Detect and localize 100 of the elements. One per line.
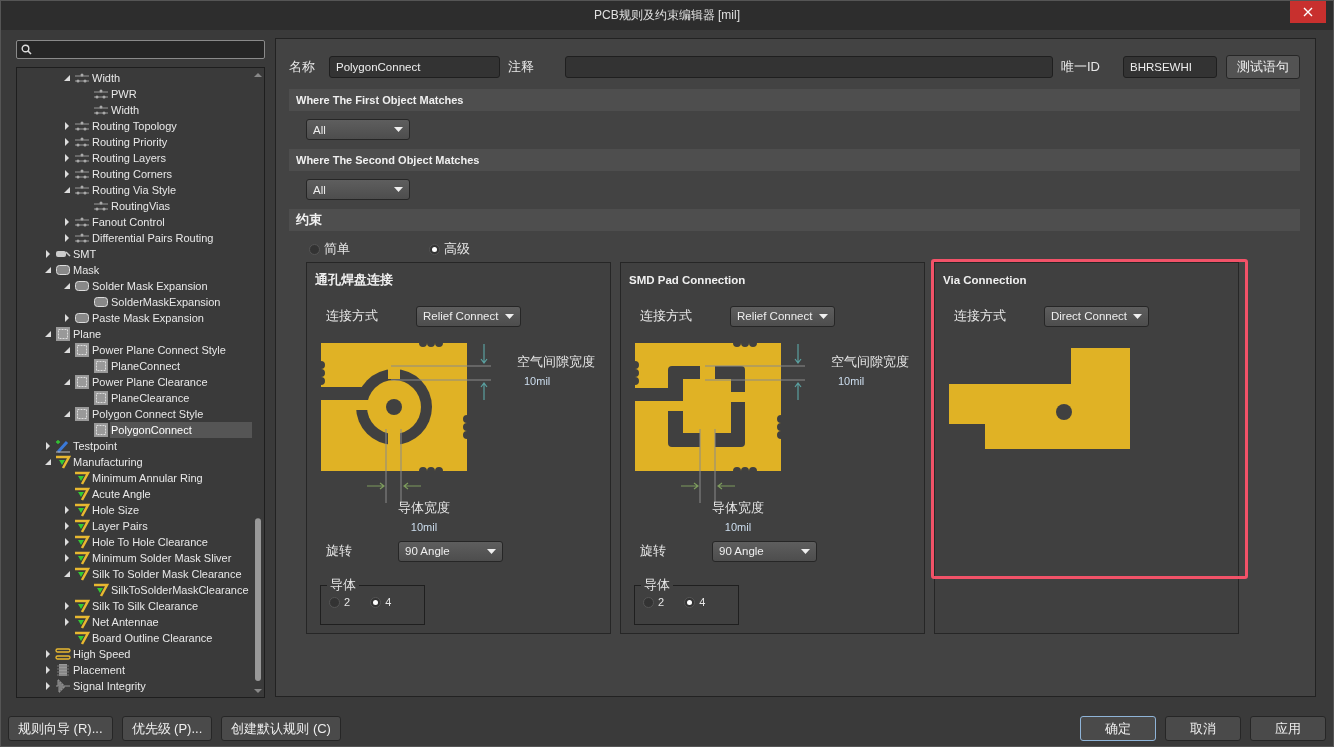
manufacturing-icon	[74, 503, 90, 517]
test-statement-button[interactable]: 测试语句	[1226, 55, 1300, 79]
tree-item[interactable]: Hole Size	[91, 502, 141, 518]
tree-item[interactable]: PlaneClearance	[110, 390, 191, 406]
tree-item[interactable]: Net Antennae	[91, 614, 160, 630]
tree-item[interactable]: Layer Pairs	[91, 518, 149, 534]
collapsed-arrow-icon[interactable]	[63, 618, 71, 626]
collapsed-arrow-icon[interactable]	[63, 138, 71, 146]
connect-style-dropdown[interactable]: Relief Connect	[416, 305, 521, 327]
connect-style-dropdown[interactable]: Relief Connect	[730, 305, 835, 327]
tree-item[interactable]: Power Plane Clearance	[91, 374, 209, 390]
collapsed-arrow-icon[interactable]	[63, 538, 71, 546]
tree-item[interactable]: PlaneConnect	[110, 358, 182, 374]
footer-button[interactable]: 应用	[1250, 716, 1326, 741]
unique-id-field[interactable]: BHRSEWHI	[1123, 56, 1217, 78]
tree-item[interactable]: PWR	[110, 86, 138, 102]
search-field[interactable]	[16, 40, 265, 59]
footer-button[interactable]: 创建默认规则 (C)	[221, 716, 341, 741]
collapsed-arrow-icon[interactable]	[44, 250, 52, 258]
plane-icon	[74, 343, 90, 357]
routing-icon	[93, 103, 109, 117]
mask-icon	[93, 295, 109, 309]
rotation-label: 旋转	[640, 542, 667, 560]
section-header: Where The First Object Matches	[289, 89, 1300, 111]
tree-item[interactable]: Routing Topology	[91, 118, 178, 134]
expanded-arrow-icon[interactable]	[63, 186, 71, 194]
rotation-dropdown[interactable]: 90 Angle	[712, 540, 817, 562]
collapsed-arrow-icon[interactable]	[44, 682, 52, 690]
tree-item[interactable]: High Speed	[72, 646, 132, 662]
mode-radio[interactable]: 简单	[309, 240, 429, 258]
expanded-arrow-icon[interactable]	[44, 266, 52, 274]
tree-item[interactable]: Differential Pairs Routing	[91, 230, 215, 246]
expanded-arrow-icon[interactable]	[63, 570, 71, 578]
tree-item[interactable]: Routing Layers	[91, 150, 167, 166]
tree-item[interactable]: Silk To Solder Mask Clearance	[91, 566, 243, 582]
connect-style-dropdown[interactable]: Direct Connect	[1044, 305, 1149, 327]
collapsed-arrow-icon[interactable]	[63, 314, 71, 322]
tree-item[interactable]: Minimum Solder Mask Sliver	[91, 550, 233, 566]
tree-item[interactable]: SMT	[72, 246, 98, 262]
collapsed-arrow-icon[interactable]	[63, 122, 71, 130]
name-field[interactable]: PolygonConnect	[329, 56, 500, 78]
tree-item[interactable]: Testpoint	[72, 438, 119, 454]
collapsed-arrow-icon[interactable]	[63, 602, 71, 610]
collapsed-arrow-icon[interactable]	[63, 522, 71, 530]
footer-button[interactable]: 规则向导 (R)...	[8, 716, 113, 741]
tree-item[interactable]: Minimum Annular Ring	[91, 470, 204, 486]
tree-item[interactable]: Signal Integrity	[72, 678, 147, 694]
tree-item[interactable]: Silk To Silk Clearance	[91, 598, 200, 614]
collapsed-arrow-icon[interactable]	[44, 666, 52, 674]
mode-radio[interactable]: 高级	[429, 240, 549, 258]
tree-item[interactable]: Routing Via Style	[91, 182, 178, 198]
collapsed-arrow-icon[interactable]	[63, 154, 71, 162]
tree-item[interactable]: Hole To Hole Clearance	[91, 534, 209, 550]
collapsed-arrow-icon[interactable]	[63, 170, 71, 178]
testpoint-icon	[55, 439, 71, 453]
collapsed-arrow-icon[interactable]	[63, 554, 71, 562]
tree-item[interactable]: Board Outline Clearance	[91, 630, 214, 646]
expanded-arrow-icon[interactable]	[63, 74, 71, 82]
collapsed-arrow-icon[interactable]	[63, 218, 71, 226]
expanded-arrow-icon[interactable]	[63, 410, 71, 418]
tree-item[interactable]: Solder Mask Expansion	[91, 278, 209, 294]
search-icon	[21, 44, 32, 55]
expanded-arrow-icon[interactable]	[63, 346, 71, 354]
tree-item[interactable]: Routing Corners	[91, 166, 174, 182]
object-match-dropdown[interactable]: All	[306, 179, 410, 200]
collapsed-arrow-icon[interactable]	[44, 650, 52, 658]
expanded-arrow-icon[interactable]	[63, 282, 71, 290]
object-match-dropdown[interactable]: All	[306, 119, 410, 140]
routing-icon	[74, 183, 90, 197]
expanded-arrow-icon[interactable]	[44, 330, 52, 338]
expanded-arrow-icon[interactable]	[63, 378, 71, 386]
tree-item[interactable]: Polygon Connect Style	[91, 406, 205, 422]
close-button[interactable]	[1290, 1, 1326, 23]
caret-icon	[505, 313, 514, 319]
footer-button[interactable]: 取消	[1165, 716, 1241, 741]
tree-item[interactable]: SilkToSolderMaskClearance	[110, 582, 250, 598]
waveform-icon	[55, 679, 71, 693]
tree-item[interactable]: Width	[91, 70, 122, 86]
tree-item[interactable]: Manufacturing	[72, 454, 144, 470]
expanded-arrow-icon[interactable]	[44, 458, 52, 466]
comment-field[interactable]	[565, 56, 1053, 78]
footer-button[interactable]: 确定	[1080, 716, 1156, 741]
tree-item[interactable]: PolygonConnect	[110, 422, 252, 438]
tree-item[interactable]: Mask	[72, 262, 101, 278]
collapsed-arrow-icon[interactable]	[44, 442, 52, 450]
tree-item[interactable]: SolderMaskExpansion	[110, 294, 222, 310]
tree-item[interactable]: Width	[110, 102, 141, 118]
tree-item[interactable]: Routing Priority	[91, 134, 169, 150]
tree-item[interactable]: Plane	[72, 326, 103, 342]
tree-item[interactable]: Power Plane Connect Style	[91, 342, 227, 358]
collapsed-arrow-icon[interactable]	[63, 234, 71, 242]
rotation-dropdown[interactable]: 90 Angle	[398, 540, 503, 562]
tree-item[interactable]: Paste Mask Expansion	[91, 310, 205, 326]
footer-button[interactable]: 优先级 (P)...	[121, 716, 213, 741]
tree-item[interactable]: RoutingVias	[110, 198, 172, 214]
collapsed-arrow-icon[interactable]	[63, 506, 71, 514]
manufacturing-icon	[74, 471, 90, 485]
tree-item[interactable]: Acute Angle	[91, 486, 152, 502]
tree-item[interactable]: Fanout Control	[91, 214, 166, 230]
tree-item[interactable]: Placement	[72, 662, 126, 678]
